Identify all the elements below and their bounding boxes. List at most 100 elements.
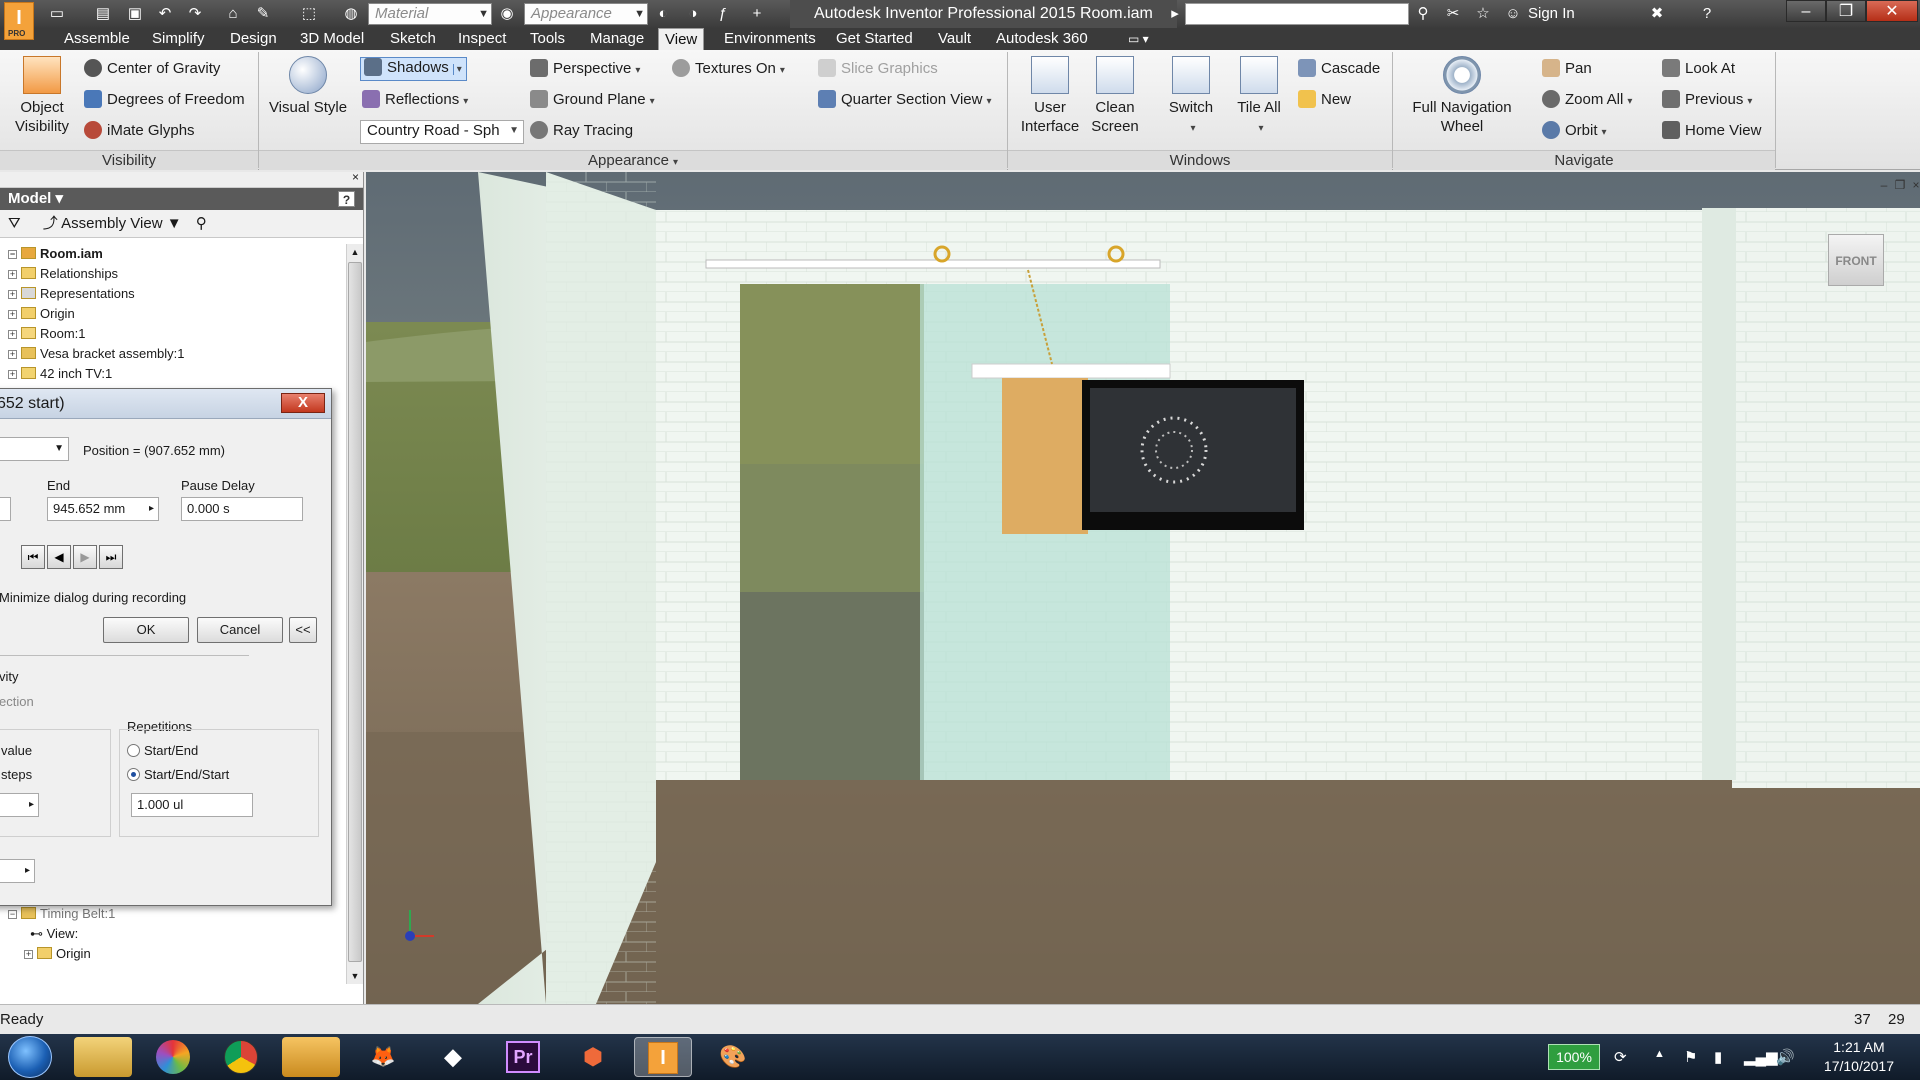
tab-autodesk-360[interactable]: Autodesk 360 <box>990 28 1094 50</box>
paint-icon[interactable]: 🎨 <box>704 1037 762 1077</box>
appearance-combo[interactable]: Appearance ▼ <box>524 3 648 25</box>
end-actions-field[interactable]: ▸ <box>0 859 35 883</box>
clear-appearance-icon[interactable]: ◐ <box>652 4 674 24</box>
show-hidden-icons-icon[interactable]: ▲ <box>1654 1048 1665 1060</box>
quarter-section-view-button[interactable]: Quarter Section View ▾ <box>818 90 992 112</box>
previous-view-button[interactable]: Previous ▾ <box>1662 90 1752 112</box>
adjust-icon[interactable]: ◑ <box>682 4 704 24</box>
start-combo[interactable]: ▼ <box>0 437 69 461</box>
dialog-title-bar[interactable]: 652 start) X <box>0 389 331 419</box>
browser-header[interactable]: Model ▾? <box>0 188 363 210</box>
close-window-icon[interactable]: ✕ <box>1866 0 1918 22</box>
help-icon[interactable]: ? <box>1696 4 1718 24</box>
browser-close-icon[interactable]: × <box>352 170 359 184</box>
3d-app-icon[interactable]: ⬢ <box>564 1037 622 1077</box>
full-navigation-wheel-button[interactable]: Full Navigation Wheel <box>1402 56 1522 136</box>
viewport-minimize-icon[interactable]: – <box>1876 178 1892 192</box>
file-explorer-icon[interactable] <box>74 1037 132 1077</box>
volume-icon[interactable]: 🔊 <box>1776 1048 1795 1066</box>
tree-item-relationships[interactable]: + Relationships <box>8 265 118 283</box>
power-icon[interactable]: ▮ <box>1714 1048 1722 1066</box>
ray-tracing-button[interactable]: Ray Tracing <box>530 121 633 141</box>
ground-plane-button[interactable]: Ground Plane ▾ <box>530 90 655 112</box>
look-at-button[interactable]: Look At <box>1662 59 1735 79</box>
plus-icon[interactable]: + <box>746 4 768 24</box>
step-back-icon[interactable]: ◀ <box>47 545 71 569</box>
cascade-button[interactable]: Cascade <box>1298 59 1380 79</box>
appearance-panel-label[interactable]: Appearance ▾ <box>259 150 1007 170</box>
orbit-button[interactable]: Orbit ▾ <box>1542 121 1607 143</box>
step-forward-icon[interactable]: ▶ <box>73 545 97 569</box>
inventor-taskbar-icon[interactable]: I <box>634 1037 692 1077</box>
minimize-during-recording-checkbox[interactable]: Minimize dialog during recording <box>0 590 186 606</box>
viewport-restore-icon[interactable]: ❐ <box>1892 178 1908 192</box>
tree-item-representations[interactable]: + Representations <box>8 285 135 303</box>
save-icon[interactable]: ▣ <box>124 4 146 24</box>
favorites-icon[interactable]: ☆ <box>1472 4 1494 24</box>
picasa-icon[interactable] <box>144 1037 202 1077</box>
system-clock[interactable]: 1:21 AM 17/10/2017 <box>1824 1038 1894 1076</box>
rewind-to-start-icon[interactable]: ⏮ <box>21 545 45 569</box>
visual-style-button[interactable]: Visual Style <box>266 56 350 117</box>
color-override-icon[interactable]: ◍ <box>340 4 362 24</box>
imate-glyphs-button[interactable]: iMate Glyphs <box>84 121 195 141</box>
undo-icon[interactable]: ↶ <box>154 4 176 24</box>
start-button-icon[interactable] <box>8 1036 52 1078</box>
ribbon-options-icon[interactable]: ▭ ▾ <box>1122 28 1155 50</box>
tab-assemble[interactable]: Assemble <box>58 28 136 50</box>
tree-item-vesa-bracket[interactable]: + Vesa bracket assembly:1 <box>8 345 185 363</box>
subscription-icon[interactable]: ✂ <box>1442 4 1464 24</box>
tree-item-view[interactable]: ⊷ View: <box>30 925 78 943</box>
help-icon[interactable]: ? <box>338 191 355 207</box>
tab-vault[interactable]: Vault <box>932 28 977 50</box>
zoom-all-button[interactable]: Zoom All ▾ <box>1542 90 1632 112</box>
end-arrow-icon[interactable]: ▸ <box>149 501 154 517</box>
chrome-icon[interactable] <box>212 1037 270 1077</box>
tree-item-origin-sub[interactable]: + Origin <box>24 945 91 963</box>
tree-item-room-assembly[interactable]: − Room.iam <box>8 245 103 263</box>
home-view-button[interactable]: Home View <box>1662 121 1761 141</box>
tab-manage[interactable]: Manage <box>584 28 650 50</box>
tree-item-timing-belt[interactable]: − Timing Belt:1 <box>8 905 115 923</box>
viewcube[interactable]: FRONT <box>1828 234 1884 286</box>
sync-icon[interactable]: ⟳ <box>1614 1048 1627 1066</box>
tab-inspect[interactable]: Inspect <box>452 28 512 50</box>
fx-icon[interactable]: ƒ <box>712 4 734 24</box>
appearance-icon[interactable]: ◉ <box>496 4 518 24</box>
new-file-icon[interactable]: ▭ <box>46 4 68 24</box>
shadows-button[interactable]: Shadows ▾ <box>360 57 467 81</box>
minimize-window-icon[interactable]: – <box>1786 0 1826 22</box>
graphics-viewport[interactable]: – ❐ × FRONT <box>366 172 1920 1004</box>
expand-arrow-icon[interactable]: ▸ <box>1164 4 1186 24</box>
tab-view[interactable]: View <box>658 28 705 51</box>
home-icon[interactable]: ⌂ <box>222 4 244 24</box>
end-value-field[interactable]: 945.652 mm <box>47 497 159 521</box>
user-icon[interactable]: ☺ <box>1502 4 1524 24</box>
start-end-start-radio[interactable]: Start/End/Start <box>127 767 229 783</box>
scroll-thumb[interactable] <box>348 262 362 962</box>
select-icon[interactable]: ⬚ <box>298 4 320 24</box>
exchange-icon[interactable]: ✖ <box>1646 4 1668 24</box>
tab-sketch[interactable]: Sketch <box>384 28 442 50</box>
sign-in-link[interactable]: Sign In <box>1528 4 1575 24</box>
network-signal-icon[interactable]: ▂▄▆ <box>1744 1048 1778 1066</box>
repetitions-value-field[interactable]: 1.000 ul <box>131 793 253 817</box>
cancel-button[interactable]: Cancel <box>197 617 283 643</box>
redo-icon[interactable]: ↷ <box>184 4 206 24</box>
inkscape-icon[interactable]: ◆ <box>424 1037 482 1077</box>
forward-to-end-icon[interactable]: ⏭ <box>99 545 123 569</box>
tab-get-started[interactable]: Get Started <box>830 28 919 50</box>
tab-3d-model[interactable]: 3D Model <box>294 28 370 50</box>
reflections-button[interactable]: Reflections ▾ <box>362 90 468 112</box>
pause-delay-field[interactable]: 0.000 s <box>181 497 303 521</box>
user-interface-button[interactable]: User Interface <box>1016 56 1084 136</box>
inventor-app-button[interactable]: I PRO <box>4 2 34 40</box>
increment-value-field[interactable]: ▸ <box>0 793 39 817</box>
viewport-close-icon[interactable]: × <box>1908 178 1920 192</box>
start-value-field[interactable] <box>0 497 11 521</box>
help-search-input[interactable] <box>1185 3 1409 25</box>
material-combo[interactable]: Material ▼ <box>368 3 492 25</box>
perspective-button[interactable]: Perspective ▾ <box>530 59 640 81</box>
scroll-down-icon[interactable]: ▼ <box>348 968 362 984</box>
total-steps-radio[interactable]: steps <box>1 767 32 783</box>
